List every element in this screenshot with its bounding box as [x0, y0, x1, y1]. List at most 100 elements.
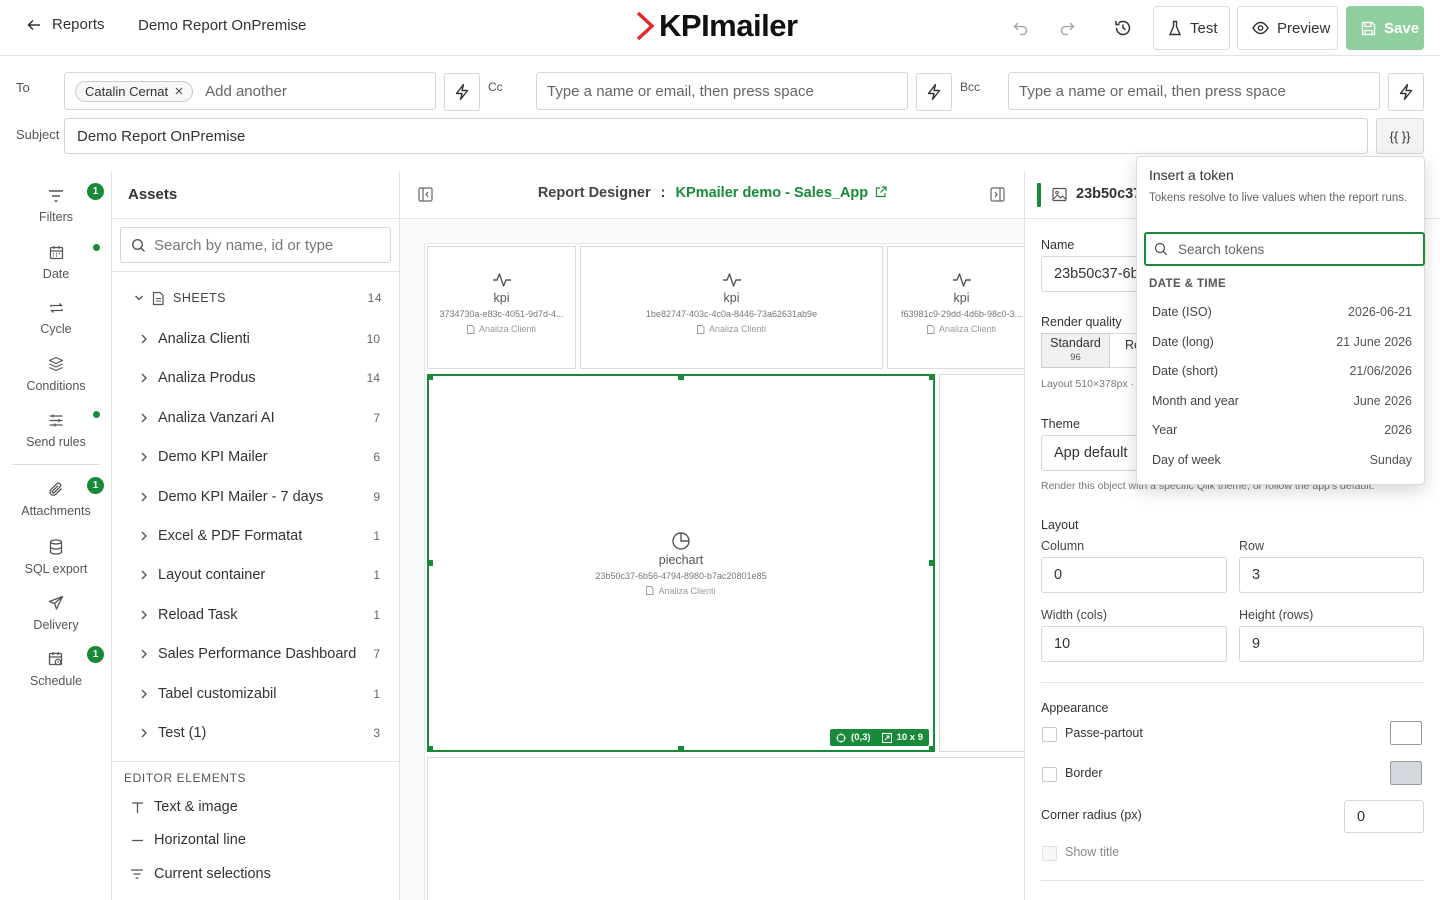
- sheet-item-label: Demo KPI Mailer: [158, 449, 268, 466]
- resize-handle[interactable]: [427, 374, 433, 380]
- date-status-dot: [93, 244, 100, 251]
- sheet-item[interactable]: Demo KPI Mailer - 7 days 9: [112, 478, 400, 516]
- redo-icon[interactable]: [1058, 19, 1076, 37]
- token-item[interactable]: Date (long) 21 June 2026: [1152, 335, 1412, 349]
- sheet-item[interactable]: Test (1) 3: [112, 714, 400, 752]
- sheet-item[interactable]: Excel & PDF Formatat 1: [112, 517, 400, 555]
- corner-radius-input[interactable]: 0: [1344, 800, 1424, 833]
- recipient-chip[interactable]: Catalin Cernat: [75, 80, 194, 102]
- show-title-checkbox[interactable]: [1042, 846, 1057, 861]
- editor-element-label: Text & image: [154, 799, 238, 815]
- assets-search-input[interactable]: Search by name, id or type: [120, 227, 391, 263]
- cc-token-button[interactable]: [916, 73, 952, 111]
- passe-partout-checkbox[interactable]: [1042, 727, 1057, 742]
- to-token-button[interactable]: [444, 73, 480, 111]
- token-item[interactable]: Month and year June 2026: [1152, 394, 1412, 408]
- assets-panel: Assets Search by name, id or type SHEETS…: [112, 171, 400, 900]
- editor-element-horizontal-line[interactable]: Horizontal line: [130, 832, 246, 848]
- collapse-right-panel-icon[interactable]: [990, 187, 1005, 202]
- border-color-swatch[interactable]: [1390, 761, 1422, 785]
- resize-handle[interactable]: [929, 374, 935, 380]
- editor-element-current-selections[interactable]: Current selections: [130, 866, 271, 882]
- width-input[interactable]: 10: [1041, 626, 1227, 662]
- rail-sql-export[interactable]: SQL export: [0, 537, 112, 576]
- resize-handle[interactable]: [678, 746, 684, 752]
- sheet-item[interactable]: Analiza Produs 14: [112, 359, 400, 397]
- rail-conditions[interactable]: Conditions: [0, 354, 112, 393]
- kpi-tile[interactable]: kpi f63981c9-29dd-4d6b-98c0-3... Analiza…: [887, 246, 1024, 369]
- sheet-item[interactable]: Reload Task 1: [112, 596, 400, 634]
- preview-button[interactable]: Preview: [1237, 6, 1338, 50]
- row-label: Row: [1239, 539, 1265, 553]
- assets-title: Assets: [128, 186, 178, 203]
- history-icon[interactable]: [1113, 18, 1133, 38]
- kpi-tile[interactable]: kpi 3734730a-e83c-4051-9d7d-4... Analiza…: [427, 246, 576, 369]
- sheet-item-count: 1: [373, 607, 380, 622]
- report-tile[interactable]: [939, 374, 1024, 752]
- column-input[interactable]: 0: [1041, 557, 1227, 593]
- token-item[interactable]: Day of week Sunday: [1152, 453, 1412, 467]
- resize-handle[interactable]: [929, 560, 935, 566]
- logo-text: KPImailer: [659, 8, 798, 43]
- back-label: Reports: [52, 16, 105, 33]
- editor-element-label: Horizontal line: [154, 832, 246, 848]
- sheet-item[interactable]: Layout container 1: [112, 556, 400, 594]
- quality-standard-option[interactable]: Standard 96: [1041, 333, 1110, 368]
- designer-title: Report Designer: [537, 185, 651, 201]
- token-item[interactable]: Year 2026: [1152, 423, 1412, 437]
- sheets-tree: SHEETS 14 Analiza Clienti 10 Analiza Produ…: [112, 276, 400, 761]
- save-button[interactable]: Save: [1346, 6, 1424, 50]
- height-input[interactable]: 9: [1239, 626, 1424, 662]
- token-name: Month and year: [1152, 393, 1239, 408]
- token-item[interactable]: Date (ISO) 2026-06-21: [1152, 305, 1412, 319]
- editor-element-text-image[interactable]: Text & image: [130, 799, 238, 815]
- width-value: 10: [1054, 636, 1071, 652]
- sheet-item[interactable]: Analiza Vanzari AI 7: [112, 399, 400, 437]
- insert-token-button[interactable]: {{ }}: [1376, 118, 1424, 154]
- subject-input[interactable]: Demo Report OnPremise: [64, 118, 1368, 154]
- sheet-item-count: 10: [366, 332, 380, 346]
- rail-send-rules-label: Send rules: [26, 434, 86, 449]
- border-checkbox[interactable]: [1042, 767, 1057, 782]
- app-link[interactable]: KPmailer demo - Sales_App: [676, 185, 869, 201]
- external-link-icon[interactable]: [875, 186, 887, 198]
- rail-cycle[interactable]: Cycle: [0, 298, 112, 336]
- assets-search-divider: [112, 271, 400, 272]
- sheet-item[interactable]: Analiza Clienti 10: [112, 320, 400, 358]
- chevron-right-icon: [112, 492, 158, 502]
- resize-handle[interactable]: [678, 374, 684, 380]
- to-field[interactable]: Catalin Cernat Add another: [64, 72, 436, 110]
- bcc-token-button[interactable]: [1388, 73, 1424, 111]
- back-to-reports-link[interactable]: Reports: [26, 16, 105, 33]
- token-item[interactable]: Date (short) 21/06/2026: [1152, 364, 1412, 378]
- floppy-disk-icon: [1361, 21, 1376, 36]
- token-value: 21 June 2026: [1336, 334, 1412, 349]
- tile-sheet-label: Analiza Clienti: [938, 324, 997, 334]
- column-label: Column: [1041, 539, 1085, 553]
- token-search-input[interactable]: Search tokens: [1144, 232, 1425, 266]
- resize-handle[interactable]: [929, 746, 935, 752]
- remove-chip-icon[interactable]: [175, 87, 183, 95]
- sheet-file-icon: [646, 586, 654, 595]
- resize-handle[interactable]: [427, 560, 433, 566]
- to-input[interactable]: Add another: [205, 83, 287, 100]
- sheet-item[interactable]: Demo KPI Mailer 6: [112, 438, 400, 476]
- bcc-input[interactable]: Type a name or email, then press space: [1008, 72, 1380, 110]
- sheet-item[interactable]: Testare grupare sheet 11: [112, 753, 400, 761]
- resize-handle[interactable]: [427, 746, 433, 752]
- rail-delivery[interactable]: Delivery: [0, 593, 112, 632]
- undo-icon[interactable]: [1012, 19, 1030, 37]
- row-input[interactable]: 3: [1239, 557, 1424, 593]
- rail-schedule-label: Schedule: [29, 674, 83, 688]
- sheet-item[interactable]: Sales Performance Dashboard 7: [112, 635, 400, 673]
- test-button[interactable]: Test: [1153, 6, 1230, 50]
- editor-elements-divider: [112, 761, 400, 762]
- sheet-item[interactable]: Tabel customizabil 1: [112, 675, 400, 713]
- report-tile[interactable]: [427, 757, 1024, 900]
- sheets-group-header[interactable]: SHEETS 14: [112, 279, 400, 317]
- cc-input[interactable]: Type a name or email, then press space: [536, 72, 908, 110]
- kpi-tile[interactable]: kpi 1be82747-403c-4c0a-8446-73a62631ab9e…: [580, 246, 883, 369]
- selected-piechart-tile[interactable]: piechart 23b50c37-6b56-4794-8980-b7ac208…: [427, 374, 935, 752]
- subject-value: Demo Report OnPremise: [77, 127, 246, 145]
- passe-partout-color-swatch[interactable]: [1390, 721, 1422, 745]
